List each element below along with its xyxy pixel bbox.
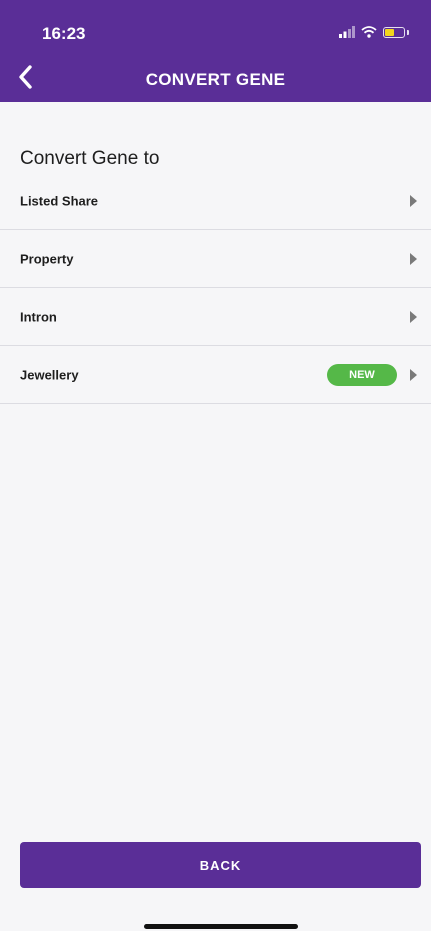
- battery-tip: [407, 29, 409, 35]
- back-button[interactable]: BACK: [20, 842, 421, 888]
- chevron-right-icon: [410, 368, 417, 381]
- battery-level: [385, 28, 394, 36]
- section-heading: Convert Gene to: [20, 148, 160, 169]
- option-label: Property: [20, 251, 74, 266]
- wifi-icon: [361, 26, 377, 38]
- battery-icon: [383, 26, 405, 38]
- status-icons: [339, 26, 409, 38]
- page-title: CONVERT GENE: [145, 70, 286, 89]
- chevron-right-icon: [410, 252, 417, 265]
- signal-icon: [339, 26, 355, 38]
- option-jewellery[interactable]: Jewellery NEW: [0, 346, 431, 404]
- option-property[interactable]: Property: [0, 230, 431, 288]
- option-list: Listed Share Property Intron Jewellery N…: [0, 172, 431, 404]
- app-header: 16:23 CONVERT GENE: [0, 0, 431, 102]
- chevron-right-icon: [410, 194, 417, 207]
- option-label: Intron: [20, 309, 57, 324]
- option-intron[interactable]: Intron: [0, 288, 431, 346]
- new-badge: NEW: [327, 363, 397, 386]
- option-label: Jewellery: [20, 367, 79, 382]
- option-listed-share[interactable]: Listed Share: [0, 172, 431, 230]
- home-indicator: [144, 924, 298, 929]
- status-time: 16:23: [42, 24, 86, 43]
- option-label: Listed Share: [20, 193, 99, 208]
- chevron-right-icon: [410, 310, 417, 323]
